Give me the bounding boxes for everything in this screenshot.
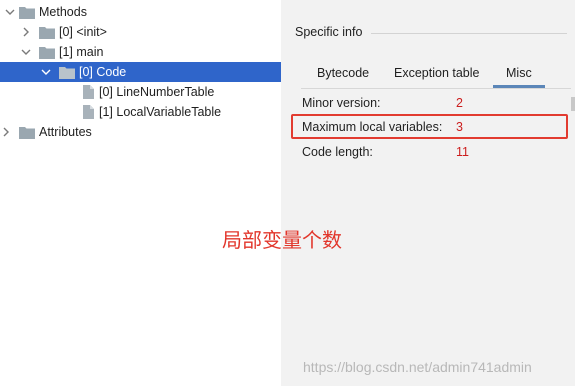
minor-version-label: Minor version: <box>302 96 381 110</box>
tree-node-label: [0] <init> <box>59 25 107 39</box>
folder-icon <box>19 126 35 139</box>
tree-node-code[interactable]: [0] Code <box>0 62 281 82</box>
chevron-down-icon[interactable] <box>5 7 15 17</box>
tree-node-line-number-table[interactable]: [0] LineNumberTable <box>0 82 281 102</box>
tree-node-label: [0] LineNumberTable <box>99 85 215 99</box>
folder-icon <box>39 26 55 39</box>
chevron-right-icon[interactable] <box>1 127 11 137</box>
tree-node-attributes[interactable]: Attributes <box>0 122 281 142</box>
tree-node-local-variable-table[interactable]: [1] LocalVariableTable <box>0 102 281 122</box>
tab-divider <box>301 88 571 89</box>
minor-version-value: 2 <box>456 96 463 110</box>
scrollbar-edge[interactable] <box>571 97 575 111</box>
watermark-text: https://blog.csdn.net/admin741admin <box>303 359 532 375</box>
section-divider <box>371 33 567 34</box>
chevron-down-icon[interactable] <box>41 67 51 77</box>
tab-misc[interactable]: Misc <box>506 66 532 84</box>
chevron-down-icon[interactable] <box>21 47 31 57</box>
annotation-text: 局部变量个数 <box>222 228 342 252</box>
tree-node-label: [1] main <box>59 45 104 59</box>
panel-top-edge <box>281 0 575 6</box>
highlight-box <box>291 114 568 139</box>
folder-icon <box>19 6 35 19</box>
tab-bytecode[interactable]: Bytecode <box>317 66 369 84</box>
tree-node-methods[interactable]: Methods <box>0 2 281 22</box>
folder-icon <box>59 66 75 79</box>
tab-exception-table[interactable]: Exception table <box>394 66 479 84</box>
tree-node-label: Attributes <box>39 125 92 139</box>
tree-node-init[interactable]: [0] <init> <box>0 22 281 42</box>
tree-node-main[interactable]: [1] main <box>0 42 281 62</box>
class-structure-tree: Methods [0] <init> [1] main [0] Code [0]… <box>0 0 281 386</box>
tree-node-label: [1] LocalVariableTable <box>99 105 222 119</box>
document-icon <box>83 85 94 99</box>
section-title: Specific info <box>295 25 363 39</box>
document-icon <box>83 105 94 119</box>
code-length-value: 11 <box>456 145 469 159</box>
tree-node-label: Methods <box>39 5 87 19</box>
info-panel: Specific info Bytecode Exception table M… <box>281 0 575 386</box>
code-length-label: Code length: <box>302 145 373 159</box>
chevron-right-icon[interactable] <box>21 27 31 37</box>
tree-node-label: [0] Code <box>79 65 127 79</box>
folder-icon <box>39 46 55 59</box>
